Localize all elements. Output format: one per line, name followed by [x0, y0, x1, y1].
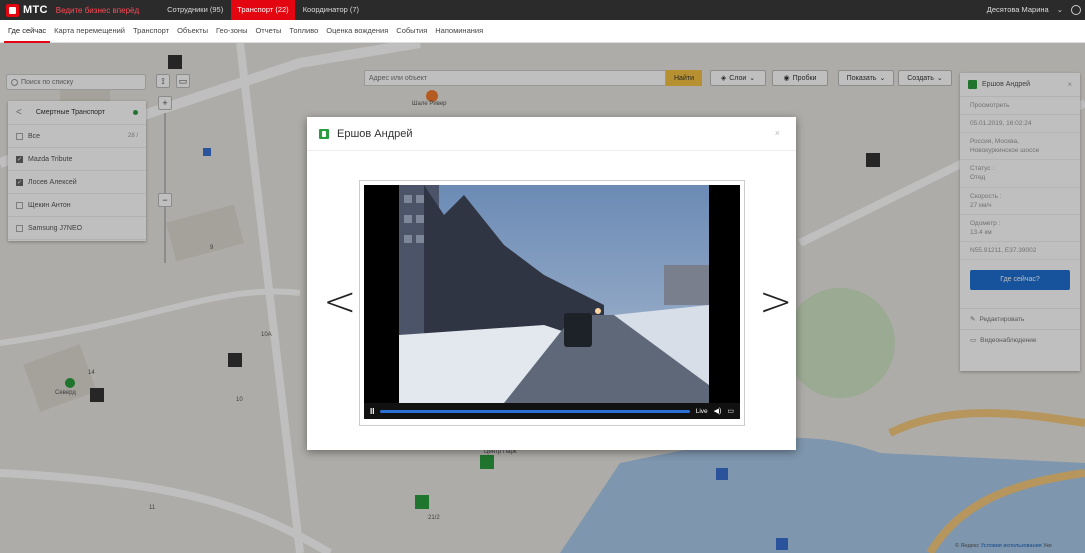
- nav-movement-map[interactable]: Карта перемещений: [50, 20, 129, 43]
- video-image: [399, 185, 709, 403]
- player-controls: II Live ◀) ▭: [364, 403, 740, 419]
- next-arrow-icon[interactable]: >: [759, 279, 793, 325]
- tab-coordinator[interactable]: Координатор (7): [297, 0, 365, 20]
- video-player[interactable]: II Live ◀) ▭: [364, 185, 740, 419]
- main-nav: Где сейчас Карта перемещений Транспорт О…: [0, 20, 1085, 43]
- modal-header: Ершов Андрей ×: [307, 117, 796, 151]
- user-name: Десятова Марина: [986, 5, 1049, 14]
- slogan: Ведите бизнес вперёд: [55, 5, 140, 15]
- nav-objects[interactable]: Объекты: [173, 20, 212, 43]
- prev-arrow-icon[interactable]: <: [323, 279, 357, 325]
- nav-fuel[interactable]: Топливо: [285, 20, 322, 43]
- user-menu[interactable]: Десятова Марина ⌄: [987, 0, 1063, 20]
- search-icon[interactable]: [1071, 5, 1081, 15]
- chevron-down-icon: ⌄: [1056, 5, 1063, 14]
- modal-title: Ершов Андрей: [337, 127, 413, 140]
- tab-employees[interactable]: Сотрудники (95): [161, 0, 229, 20]
- nav-reports[interactable]: Отчеты: [251, 20, 285, 43]
- video-frame: II Live ◀) ▭: [359, 180, 745, 426]
- live-label: Live: [695, 407, 708, 415]
- video-modal: Ершов Андрей × < > II Live ◀) ▭: [307, 117, 796, 450]
- nav-driving-score[interactable]: Оценка вождения: [322, 20, 392, 43]
- mts-logo[interactable]: МТС Ведите бизнес вперёд: [6, 3, 140, 17]
- logo-text: МТС: [23, 4, 48, 16]
- volume-icon[interactable]: ◀): [714, 407, 722, 415]
- nav-where-now[interactable]: Где сейчас: [4, 20, 51, 43]
- tab-transport[interactable]: Транспорт (22): [231, 0, 295, 20]
- nav-events[interactable]: События: [392, 20, 431, 43]
- nav-reminders[interactable]: Напоминания: [431, 20, 487, 43]
- nav-geozones[interactable]: Гео-зоны: [212, 20, 251, 43]
- mts-logo-icon: [6, 3, 19, 17]
- nav-transport[interactable]: Транспорт: [129, 20, 173, 43]
- close-icon[interactable]: ×: [775, 128, 780, 138]
- progress-bar[interactable]: [380, 409, 690, 413]
- vehicle-icon: [319, 128, 329, 139]
- top-bar: МТС Ведите бизнес вперёд Сотрудники (95)…: [0, 0, 1085, 20]
- fullscreen-icon[interactable]: ▭: [727, 407, 734, 415]
- pause-icon[interactable]: II: [370, 407, 374, 416]
